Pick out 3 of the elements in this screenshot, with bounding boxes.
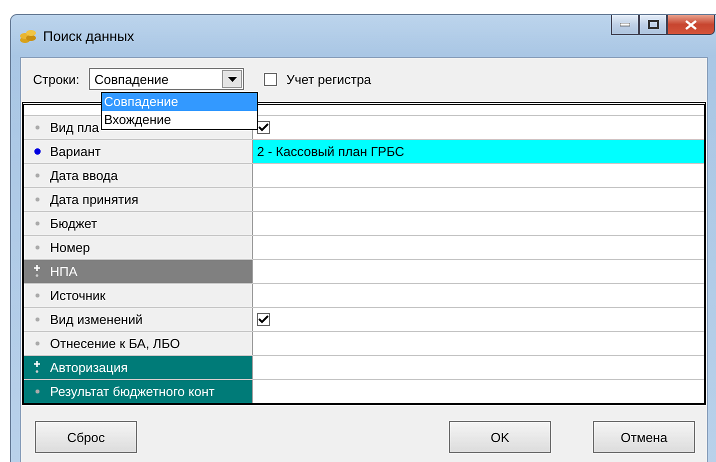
case-label: Учет регистра [286,72,372,86]
rows-label: Строки: [33,72,80,86]
window-title: Поиск данных [43,28,134,44]
